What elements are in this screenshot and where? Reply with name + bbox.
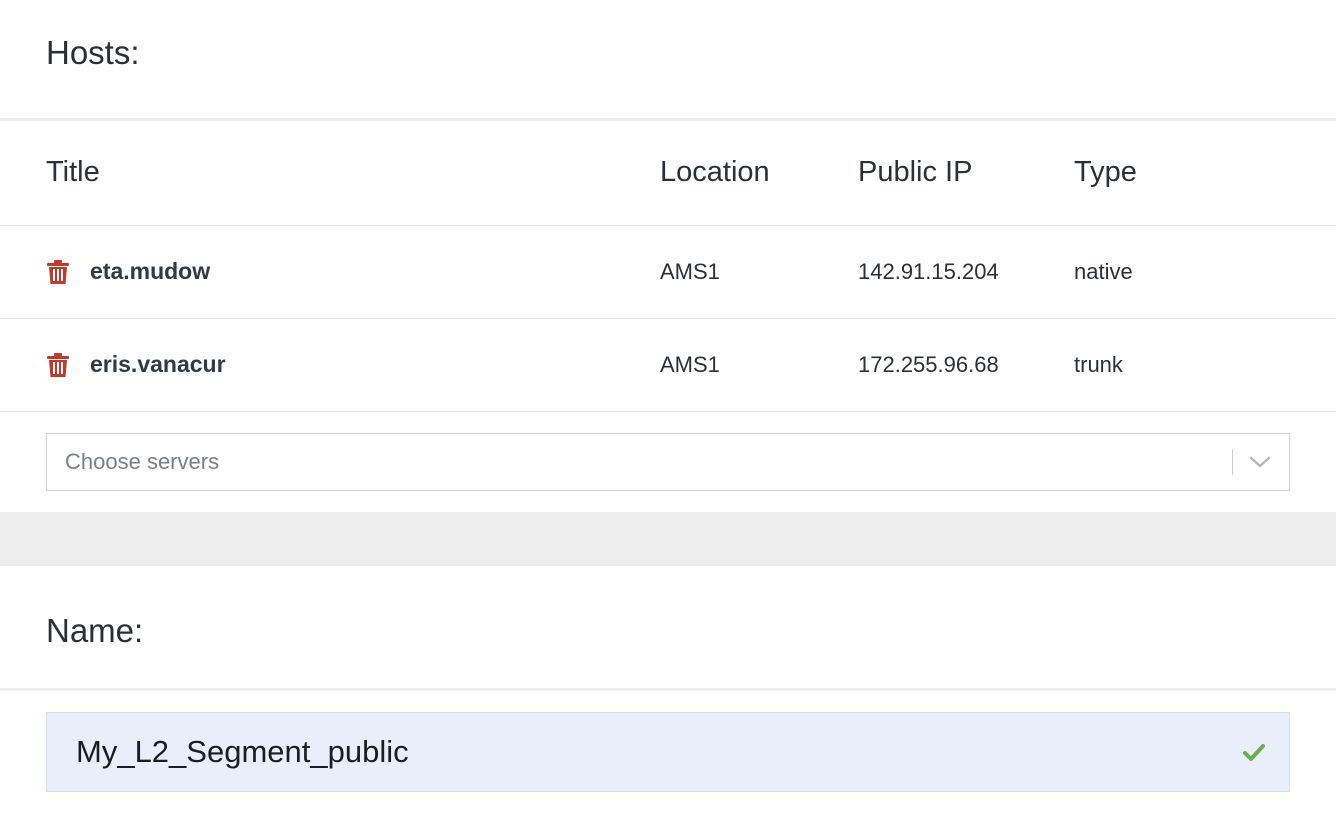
hosts-table: Title Location Public IP Type eta.mudow … (0, 121, 1336, 412)
column-header-title[interactable]: Title (0, 121, 660, 226)
choose-servers-select[interactable]: Choose servers (46, 432, 1290, 491)
column-header-location[interactable]: Location (660, 121, 858, 226)
trash-icon[interactable] (46, 352, 70, 378)
host-location: AMS1 (660, 225, 858, 319)
section-divider (0, 511, 1336, 566)
host-title-link[interactable]: eta.mudow (90, 258, 210, 285)
table-row: eta.mudow AMS1 142.91.15.204 native (0, 225, 1336, 319)
select-separator (1232, 448, 1233, 475)
host-public-ip: 172.255.96.68 (858, 318, 1074, 412)
host-public-ip: 142.91.15.204 (858, 225, 1074, 319)
name-input[interactable]: My_L2_Segment_public (46, 711, 1290, 792)
select-placeholder: Choose servers (65, 448, 220, 474)
host-location: AMS1 (660, 318, 858, 412)
name-input-value: My_L2_Segment_public (76, 733, 409, 769)
table-row: eris.vanacur AMS1 172.255.96.68 trunk (0, 318, 1336, 412)
name-input-container: My_L2_Segment_public (0, 691, 1336, 792)
host-type: native (1074, 225, 1336, 319)
table-header-row: Title Location Public IP Type (0, 121, 1336, 226)
host-type: trunk (1074, 318, 1336, 412)
column-header-type[interactable]: Type (1074, 121, 1336, 226)
hosts-heading: Hosts: (0, 0, 1336, 121)
name-section: Name: My_L2_Segment_public (0, 566, 1336, 792)
hosts-section: Hosts: Title Location Public IP Type eta… (0, 0, 1336, 512)
check-icon (1243, 741, 1265, 763)
trash-icon[interactable] (46, 259, 70, 285)
server-select-container: Choose servers (0, 412, 1336, 512)
host-title-link[interactable]: eris.vanacur (90, 351, 226, 378)
name-heading: Name: (0, 566, 1336, 691)
chevron-down-icon[interactable] (1247, 449, 1273, 475)
column-header-public-ip[interactable]: Public IP (858, 121, 1074, 226)
